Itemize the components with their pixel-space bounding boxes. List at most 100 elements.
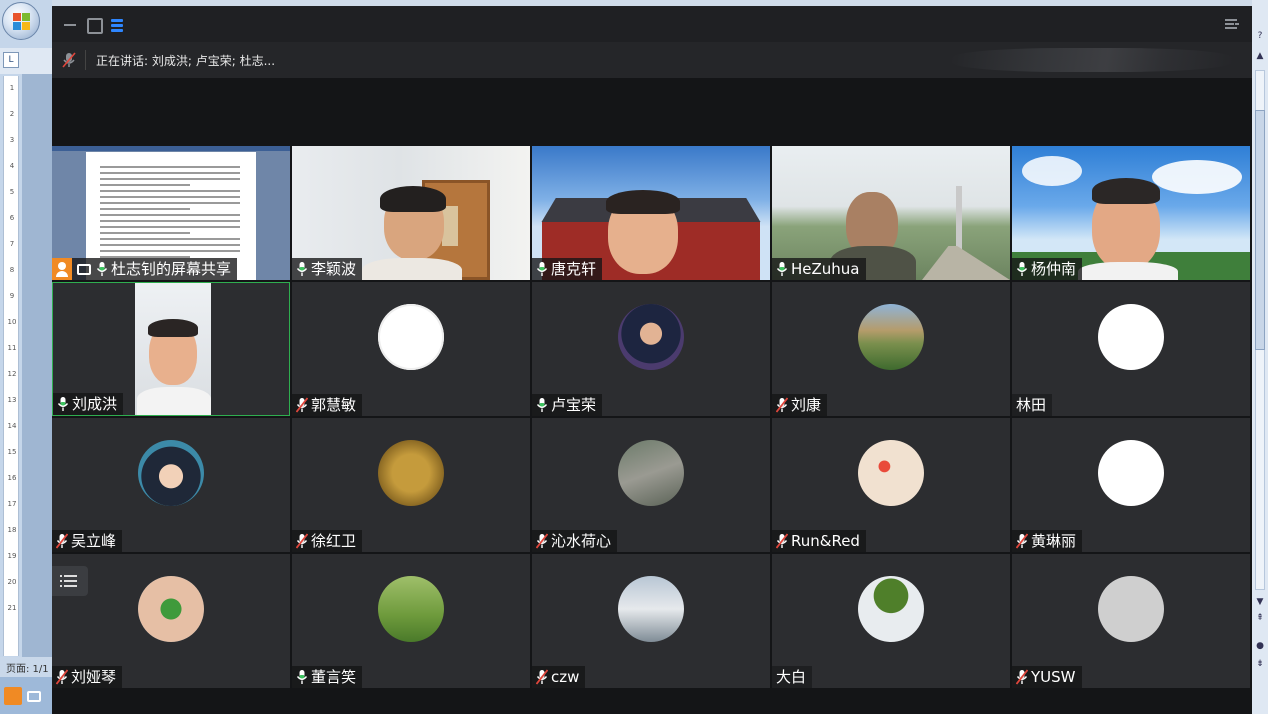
participant-name: 刘娅琴 xyxy=(71,668,117,686)
participant-tile[interactable]: 刘康 xyxy=(772,282,1010,416)
decorative-swoosh xyxy=(952,48,1232,72)
scroll-up-icon[interactable]: ▲ xyxy=(1254,50,1266,62)
person-icon[interactable] xyxy=(4,687,22,705)
participant-name-tag: 大白 xyxy=(772,666,813,688)
participant-tile[interactable]: 吴立峰 xyxy=(52,418,290,552)
participant-name-tag: 刘成洪 xyxy=(53,393,124,415)
participant-name-tag: 郭慧敏 xyxy=(292,394,363,416)
participant-tile[interactable]: 唐克轩 xyxy=(532,146,770,280)
participant-tile[interactable]: 董言笑 xyxy=(292,554,530,688)
muted-mic-icon xyxy=(62,52,76,68)
participant-tile[interactable]: HeZuhua xyxy=(772,146,1010,280)
participant-tile[interactable]: 刘成洪 xyxy=(52,282,290,416)
participant-name-tag: 吴立峰 xyxy=(52,530,123,552)
participant-name-tag: 沁水荷心 xyxy=(532,530,618,552)
avatar xyxy=(1098,576,1164,642)
mic-icon xyxy=(296,669,308,685)
muted-mic-icon xyxy=(776,533,788,549)
participant-name: 吴立峰 xyxy=(71,532,117,550)
video-grid: 杜志钊的屏幕共享 李颖波 唐克轩 HeZuhua 杨仲南刘成洪 郭慧敏 卢宝荣 刘康 林田吴立峰… xyxy=(52,146,1252,692)
layout-icon[interactable] xyxy=(109,16,125,32)
participant-tile[interactable]: 杨仲南 xyxy=(1012,146,1250,280)
participant-tile[interactable]: 李颖波 xyxy=(292,146,530,280)
participant-tile[interactable]: YUSW xyxy=(1012,554,1250,688)
participant-name-tag: 董言笑 xyxy=(292,666,363,688)
participant-name-tag: 唐克轩 xyxy=(532,258,603,280)
ruler-mark: 17 xyxy=(7,500,17,508)
maximize-icon[interactable] xyxy=(85,16,103,34)
collapse-panel-icon[interactable] xyxy=(1224,16,1240,32)
vertical-scrollbar[interactable]: ? ▲ ▼ ⇞ ● ⇟ xyxy=(1252,0,1268,714)
screen-share-icon xyxy=(77,263,91,275)
participant-tile[interactable]: 郭慧敏 xyxy=(292,282,530,416)
ruler-mark: 12 xyxy=(7,370,17,378)
person-icon xyxy=(52,258,72,280)
minimize-icon[interactable] xyxy=(62,16,78,32)
avatar xyxy=(618,576,684,642)
tab-stop-button[interactable]: L xyxy=(3,52,19,68)
muted-mic-icon xyxy=(296,397,308,413)
ruler-mark: 6 xyxy=(9,214,15,222)
ruler-mark: 20 xyxy=(7,578,17,586)
participant-tile[interactable]: 黄琳丽 xyxy=(1012,418,1250,552)
scroll-thumb[interactable] xyxy=(1255,110,1265,350)
participant-tile[interactable]: 徐红卫 xyxy=(292,418,530,552)
muted-mic-icon xyxy=(536,533,548,549)
participant-name: 徐红卫 xyxy=(311,532,357,550)
mic-icon xyxy=(96,261,108,277)
ruler-mark: 10 xyxy=(7,318,17,326)
participant-list-button[interactable] xyxy=(52,566,88,596)
participant-name: Run&Red xyxy=(791,532,860,550)
office-logo-icon xyxy=(13,13,31,31)
screen-icon[interactable] xyxy=(27,691,41,702)
participant-name: YUSW xyxy=(1031,668,1076,686)
participant-name-tag: Run&Red xyxy=(772,530,866,552)
avatar xyxy=(858,304,924,370)
participant-name: 唐克轩 xyxy=(551,260,597,278)
select-browse-icon[interactable]: ● xyxy=(1254,640,1266,652)
participant-name-tag: YUSW xyxy=(1012,666,1082,688)
muted-mic-icon xyxy=(56,533,68,549)
mic-icon xyxy=(776,261,788,277)
speaking-bar: 正在讲话: 刘成洪; 卢宝荣; 杜志... xyxy=(52,42,1252,78)
participant-tile[interactable]: 沁水荷心 xyxy=(532,418,770,552)
avatar xyxy=(378,304,444,370)
participant-tile[interactable]: 卢宝荣 xyxy=(532,282,770,416)
participant-name: czw xyxy=(551,668,580,686)
participant-name: 郭慧敏 xyxy=(311,396,357,414)
participant-tile[interactable]: czw xyxy=(532,554,770,688)
avatar xyxy=(618,440,684,506)
ruler-mark: 1 xyxy=(9,84,15,92)
participant-tile[interactable]: Run&Red xyxy=(772,418,1010,552)
participant-tile[interactable]: 杜志钊的屏幕共享 xyxy=(52,146,290,280)
muted-mic-icon xyxy=(296,533,308,549)
participant-name: 大白 xyxy=(776,668,807,686)
meeting-window: 正在讲话: 刘成洪; 卢宝荣; 杜志... 杜志钊的屏幕共享 李颖波 唐克轩 HeZu… xyxy=(52,6,1252,714)
ruler-mark: 2 xyxy=(9,110,15,118)
next-page-icon[interactable]: ⇟ xyxy=(1254,658,1266,670)
avatar xyxy=(378,576,444,642)
participant-name-tag: 杨仲南 xyxy=(1012,258,1083,280)
ruler-mark: 14 xyxy=(7,422,17,430)
mic-icon xyxy=(296,261,308,277)
speaking-label: 正在讲话: 刘成洪; 卢宝荣; 杜志... xyxy=(96,54,276,68)
help-icon[interactable]: ? xyxy=(1254,30,1266,42)
ruler-mark: 4 xyxy=(9,162,15,170)
scroll-down-icon[interactable]: ▼ xyxy=(1254,596,1266,608)
participant-tile[interactable]: 大白 xyxy=(772,554,1010,688)
participant-name: 杨仲南 xyxy=(1031,260,1077,278)
avatar xyxy=(378,440,444,506)
title-bar xyxy=(52,6,1252,42)
vertical-ruler: 1 2 3 4 5 6 7 8 9 10 11 12 13 14 15 16 17 18 19 20 21 xyxy=(3,76,19,656)
participant-tile[interactable]: 林田 xyxy=(1012,282,1250,416)
participant-name: 董言笑 xyxy=(311,668,357,686)
avatar xyxy=(138,440,204,506)
status-page-count: 页面: 1/1 xyxy=(0,657,52,677)
participant-name-tag: 李颖波 xyxy=(292,258,363,280)
office-button[interactable] xyxy=(2,2,40,40)
muted-mic-icon xyxy=(56,669,68,685)
ruler-mark: 3 xyxy=(9,136,15,144)
participant-name: HeZuhua xyxy=(791,260,860,278)
prev-page-icon[interactable]: ⇞ xyxy=(1254,612,1266,624)
ruler-mark: 11 xyxy=(7,344,17,352)
